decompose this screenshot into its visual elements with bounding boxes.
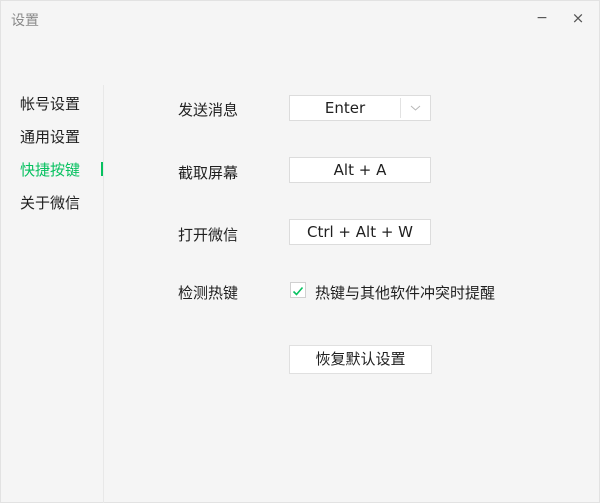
minimize-button[interactable]: − — [531, 7, 553, 29]
chevron-down-icon[interactable] — [401, 96, 430, 120]
open-wechat-label: 打开微信 — [178, 226, 239, 244]
screenshot-label: 截取屏幕 — [178, 164, 239, 182]
screenshot-hotkey-field[interactable]: Alt + A — [289, 157, 431, 183]
window-title: 设置 — [11, 13, 39, 29]
send-message-select[interactable]: Enter — [289, 95, 431, 121]
title-bar: 设置 − × — [1, 1, 599, 41]
sidebar-item-account-settings[interactable]: 帐号设置 — [20, 93, 80, 114]
restore-defaults-button[interactable]: 恢复默认设置 — [289, 345, 432, 374]
open-wechat-hotkey-field[interactable]: Ctrl + Alt + W — [289, 219, 431, 245]
settings-window: 设置 − × 帐号设置 通用设置 快捷按键 关于微信 发送消息 Enter 截取… — [0, 0, 600, 503]
sidebar-item-about-wechat[interactable]: 关于微信 — [20, 192, 80, 213]
hotkey-conflict-checkbox[interactable] — [290, 282, 306, 298]
active-tab-indicator — [101, 162, 103, 176]
detect-hotkeys-label: 检测热键 — [178, 284, 239, 302]
send-message-value: Enter — [324, 99, 366, 117]
settings-sidebar: 帐号设置 通用设置 快捷按键 关于微信 — [1, 85, 104, 503]
hotkey-conflict-checkbox-label[interactable]: 热键与其他软件冲突时提醒 — [315, 282, 495, 303]
sidebar-item-shortcut-keys[interactable]: 快捷按键 — [20, 159, 80, 180]
close-button[interactable]: × — [567, 7, 589, 29]
sidebar-item-general-settings[interactable]: 通用设置 — [20, 126, 80, 147]
checkmark-icon — [292, 286, 304, 296]
send-message-label: 发送消息 — [178, 101, 239, 119]
